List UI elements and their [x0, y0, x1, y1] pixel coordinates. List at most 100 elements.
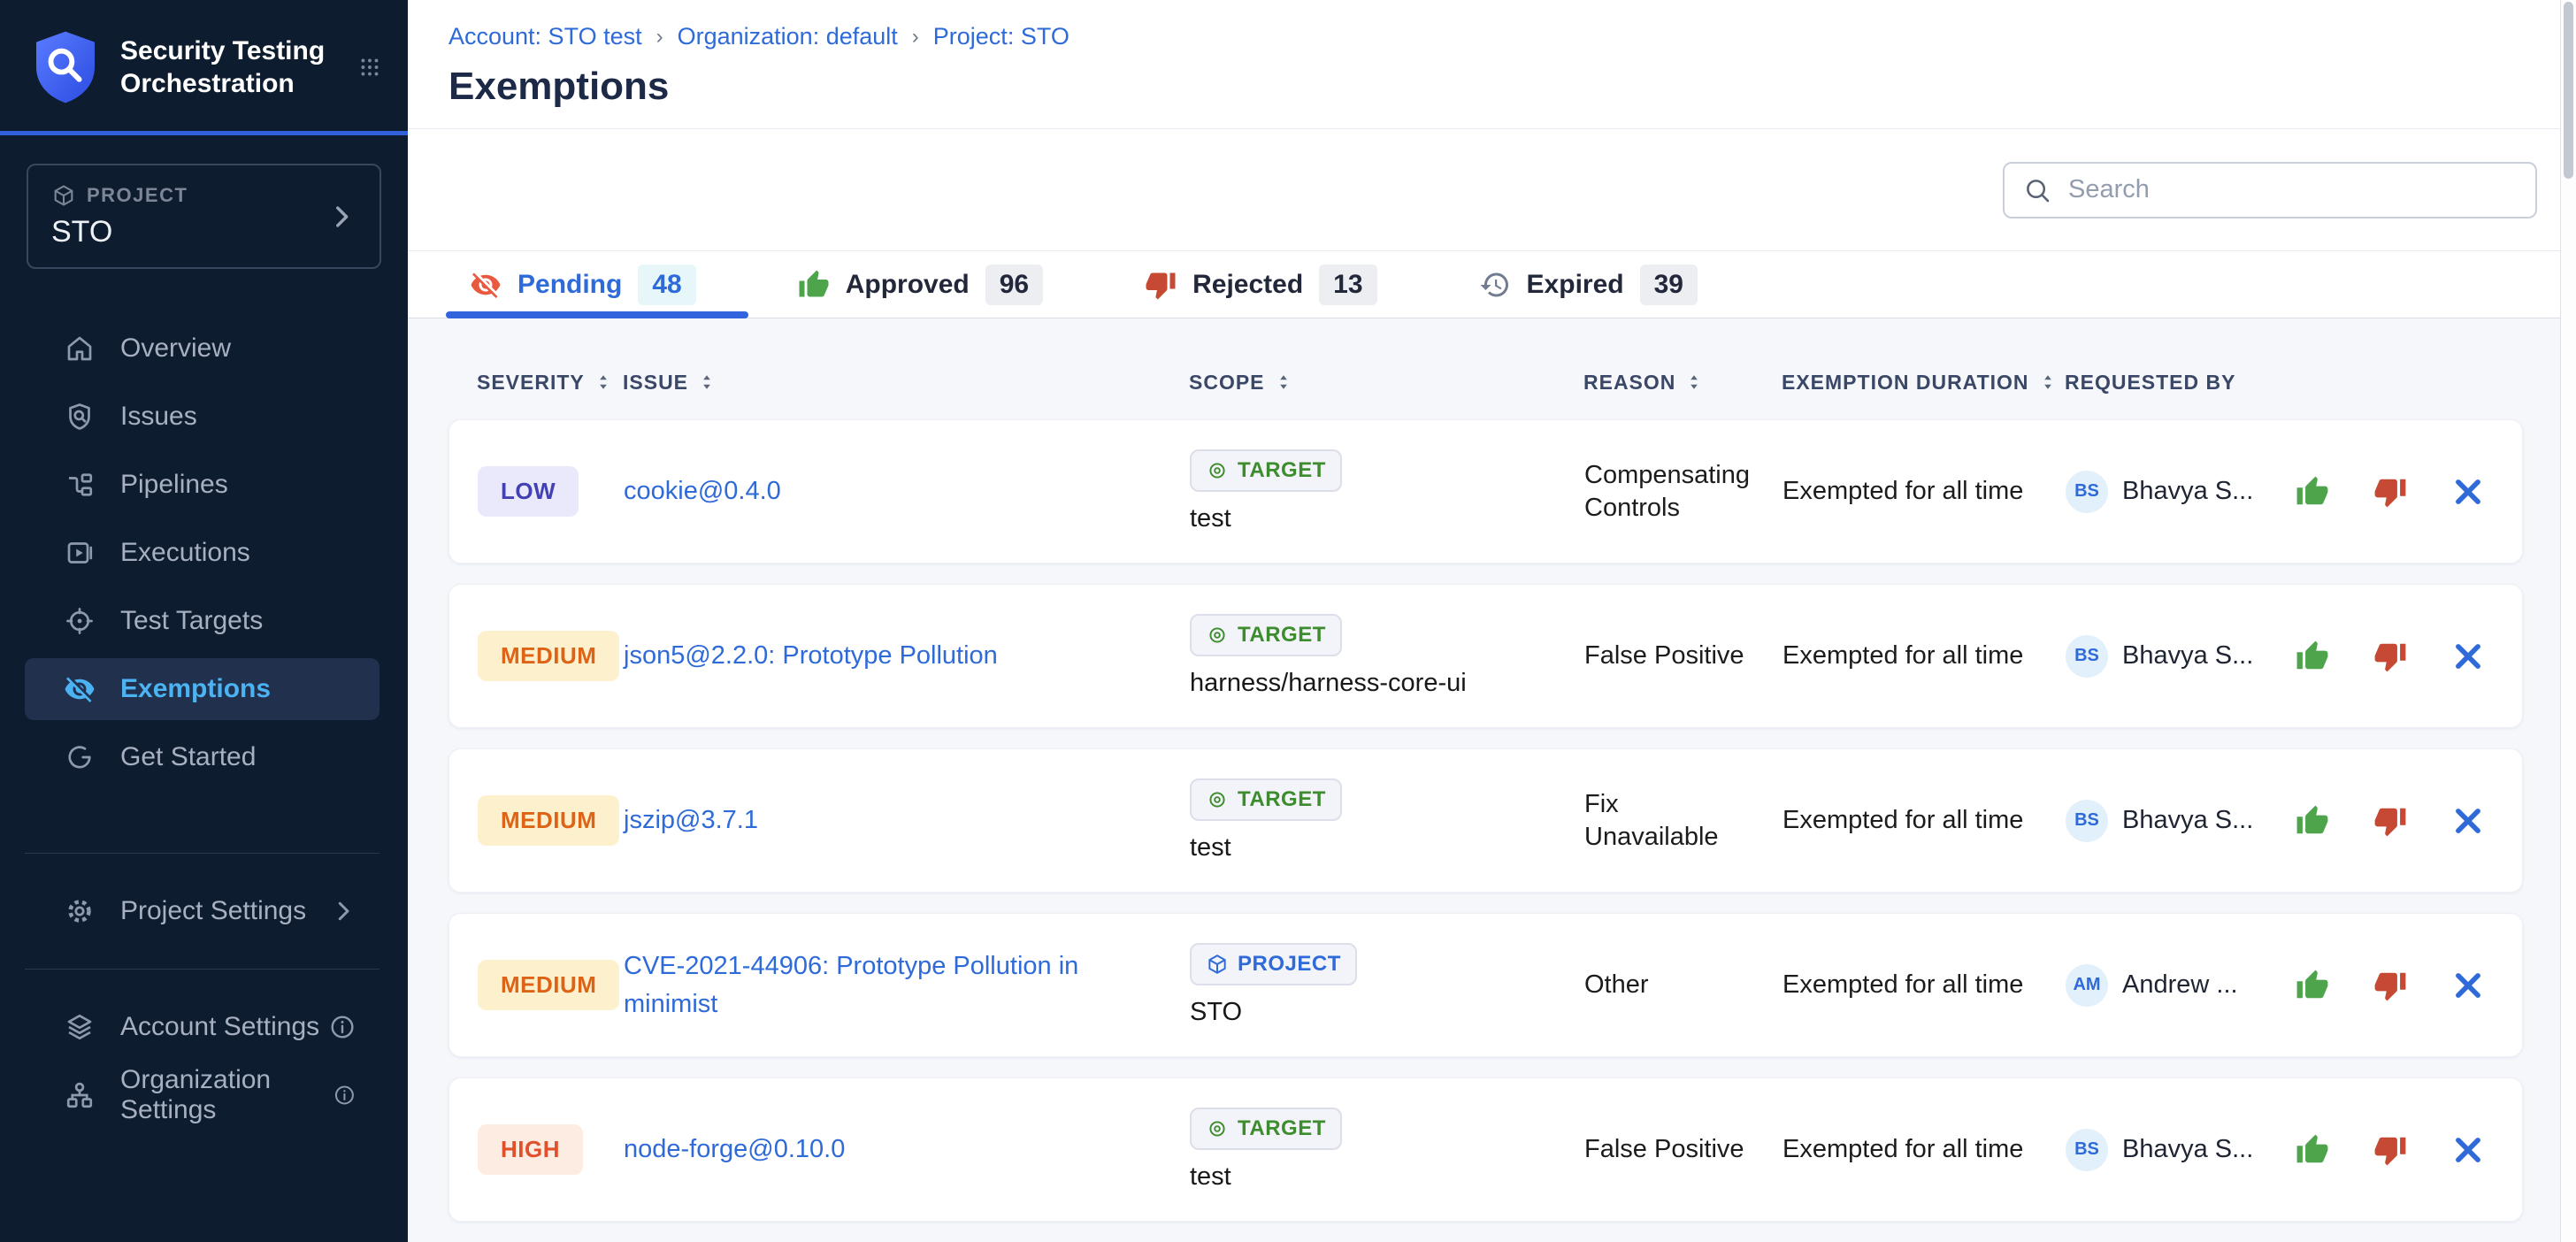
sidebar-item-label: Executions	[120, 538, 250, 568]
reject-button[interactable]	[2373, 475, 2407, 509]
sort-icon[interactable]	[1684, 370, 1704, 395]
approve-button[interactable]	[2296, 969, 2329, 1002]
column-header-reason[interactable]: REASON	[1583, 370, 1782, 395]
sidebar-item-project-settings[interactable]: Project Settings	[25, 880, 380, 942]
approve-button[interactable]	[2296, 640, 2329, 673]
sort-icon[interactable]	[2038, 370, 2058, 395]
sidebar-item-organization-settings[interactable]: Organization Settings	[25, 1064, 380, 1126]
launch-icon	[64, 741, 96, 773]
sidebar-item-account-settings[interactable]: Account Settings	[25, 996, 380, 1058]
avatar: AM	[2066, 964, 2108, 1007]
cancel-button[interactable]	[2451, 475, 2485, 509]
column-header-severity[interactable]: SEVERITY	[477, 370, 623, 395]
sidebar-item-exemptions[interactable]: Exemptions	[25, 658, 380, 720]
project-selector-label: PROJECT	[87, 184, 188, 207]
search-input[interactable]	[2068, 175, 2518, 204]
severity-badge: HIGH	[478, 1124, 583, 1175]
sidebar-item-issues[interactable]: Issues	[25, 386, 380, 448]
breadcrumb-project[interactable]: Project: STO	[933, 23, 1070, 50]
scope-value: test	[1190, 833, 1231, 862]
breadcrumb-organization[interactable]: Organization: default	[678, 23, 898, 50]
thumb-down-icon	[1145, 269, 1177, 301]
breadcrumb-account[interactable]: Account: STO test	[448, 23, 642, 50]
approve-button[interactable]	[2296, 475, 2329, 509]
issue-link[interactable]: node-forge@0.10.0	[624, 1131, 1190, 1168]
requested-by-cell: BS Bhavya S...	[2066, 635, 2296, 678]
requester-name: Bhavya S...	[2122, 806, 2253, 835]
issue-link[interactable]: jszip@3.7.1	[624, 801, 1190, 839]
tab-expired[interactable]: Expired 39	[1479, 251, 1698, 318]
info-icon[interactable]	[333, 1081, 356, 1109]
sidebar-item-pipelines[interactable]: Pipelines	[25, 454, 380, 516]
sort-icon[interactable]	[1274, 370, 1293, 395]
duration-cell: Exempted for all time	[1782, 1133, 2066, 1165]
table-row[interactable]: MEDIUM jszip@3.7.1 TARGET test Fix Unava…	[448, 748, 2523, 893]
search-box[interactable]	[2003, 162, 2537, 218]
eye-off-icon	[470, 269, 502, 301]
tab-count-badge: 39	[1640, 264, 1698, 305]
table-row[interactable]: HIGH node-forge@0.10.0 TARGET test False…	[448, 1077, 2523, 1222]
avatar: BS	[2066, 471, 2108, 513]
vertical-scrollbar[interactable]	[2560, 0, 2576, 1242]
tab-label: Rejected	[1192, 270, 1303, 300]
row-actions	[2296, 475, 2522, 509]
sidebar-item-overview[interactable]: Overview	[25, 318, 380, 380]
chevron-right-icon	[326, 202, 356, 232]
sidebar-item-get-started[interactable]: Get Started	[25, 726, 380, 788]
requester-name: Bhavya S...	[2122, 641, 2253, 671]
issue-link[interactable]: json5@2.2.0: Prototype Pollution	[624, 637, 1190, 674]
chevron-right-icon	[330, 898, 356, 924]
sidebar-item-label: Get Started	[120, 742, 256, 772]
avatar: BS	[2066, 800, 2108, 842]
page-title: Exemptions	[448, 65, 2523, 109]
cancel-button[interactable]	[2451, 1133, 2485, 1167]
reason-cell: Fix Unavailable	[1584, 788, 1782, 853]
column-header-issue[interactable]: ISSUE	[623, 370, 1189, 395]
severity-badge: MEDIUM	[478, 795, 619, 846]
module-grid-icon[interactable]	[358, 49, 381, 86]
cancel-button[interactable]	[2451, 640, 2485, 673]
exemptions-table: SEVERITY ISSUE SCOPE REASON EXEMPTION DU…	[408, 318, 2576, 1242]
sort-icon[interactable]	[697, 370, 717, 395]
target-icon	[1206, 788, 1229, 811]
app-title: Security Testing Orchestration	[120, 34, 358, 101]
crosshair-icon	[64, 605, 96, 637]
approve-button[interactable]	[2296, 804, 2329, 838]
sort-icon[interactable]	[594, 370, 613, 395]
reject-button[interactable]	[2373, 804, 2407, 838]
severity-badge: MEDIUM	[478, 631, 619, 681]
project-selector[interactable]: PROJECT STO	[27, 164, 381, 269]
requested-by-cell: BS Bhavya S...	[2066, 471, 2296, 513]
cancel-button[interactable]	[2451, 969, 2485, 1002]
scrollbar-thumb[interactable]	[2564, 2, 2573, 179]
reject-button[interactable]	[2373, 969, 2407, 1002]
reason-cell: False Positive	[1584, 640, 1782, 671]
tab-approved[interactable]: Approved 96	[798, 251, 1043, 318]
table-row[interactable]: MEDIUM json5@2.2.0: Prototype Pollution …	[448, 584, 2523, 728]
tab-pending[interactable]: Pending 48	[470, 251, 696, 318]
issue-link[interactable]: CVE-2021-44906: Prototype Pollution in m…	[624, 947, 1190, 1022]
info-icon[interactable]	[328, 1013, 356, 1041]
sidebar-item-executions[interactable]: Executions	[25, 522, 380, 584]
issue-link[interactable]: cookie@0.4.0	[624, 472, 1190, 510]
tab-rejected[interactable]: Rejected 13	[1145, 251, 1376, 318]
severity-badge: LOW	[478, 466, 579, 517]
history-icon	[1479, 269, 1511, 301]
row-actions	[2296, 1133, 2522, 1167]
table-row[interactable]: MEDIUM CVE-2021-44906: Prototype Polluti…	[448, 913, 2523, 1057]
breadcrumb-separator: ›	[656, 25, 663, 50]
approve-button[interactable]	[2296, 1133, 2329, 1167]
reject-button[interactable]	[2373, 640, 2407, 673]
table-row[interactable]: LOW cookie@0.4.0 TARGET test Compensatin…	[448, 419, 2523, 564]
cancel-button[interactable]	[2451, 804, 2485, 838]
sidebar-item-test-targets[interactable]: Test Targets	[25, 590, 380, 652]
duration-cell: Exempted for all time	[1782, 804, 2066, 836]
sidebar-divider	[25, 853, 380, 854]
column-header-exemption-duration[interactable]: EXEMPTION DURATION	[1782, 370, 2065, 395]
requester-name: Bhavya S...	[2122, 1135, 2253, 1164]
column-header-scope[interactable]: SCOPE	[1189, 370, 1583, 395]
target-icon	[1206, 459, 1229, 482]
sidebar-divider	[25, 969, 380, 970]
page-header: Account: STO test › Organization: defaul…	[408, 0, 2576, 128]
reject-button[interactable]	[2373, 1133, 2407, 1167]
